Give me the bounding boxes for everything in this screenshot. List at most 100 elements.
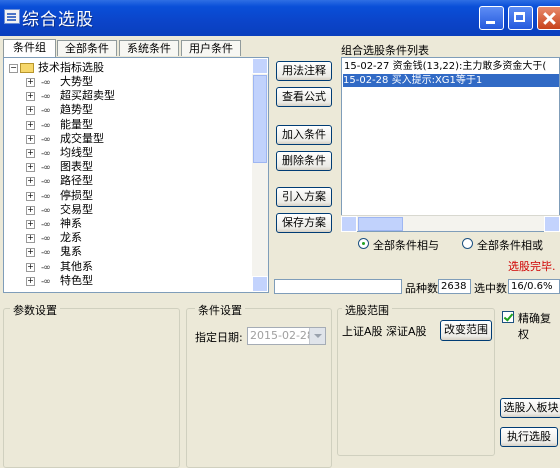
scroll-left-icon[interactable] <box>341 216 357 232</box>
close-button[interactable] <box>537 6 560 30</box>
scroll-up-icon[interactable] <box>252 58 268 74</box>
indicator-icon: -∞ <box>41 191 51 202</box>
condition-list[interactable]: 15-02-27 资金钱(13,22):主力敢多资金大于( 15-02-28 买… <box>341 57 560 232</box>
scroll-thumb[interactable] <box>253 75 267 163</box>
tab-user-conditions[interactable]: 用户条件 <box>181 40 241 56</box>
tree-item[interactable]: + -∞ 交易型 <box>4 203 252 217</box>
maximize-button[interactable] <box>508 6 533 30</box>
exact-rights-checkbox[interactable] <box>502 311 514 323</box>
and-radio-label: 全部条件相与 <box>373 239 439 252</box>
tree-item-label: 龙系 <box>60 231 82 245</box>
tree-item-label: 超买超卖型 <box>60 89 115 103</box>
delete-condition-button[interactable]: 删除条件 <box>276 151 332 171</box>
minimize-button[interactable] <box>479 6 504 30</box>
tree-item[interactable]: + -∞ 能量型 <box>4 118 252 132</box>
tab-system-conditions[interactable]: 系统条件 <box>119 40 179 56</box>
hscroll-thumb[interactable] <box>358 217 403 231</box>
status-done: 选股完毕. <box>508 260 556 273</box>
indicator-icon: -∞ <box>41 177 51 188</box>
view-formula-button[interactable]: 查看公式 <box>276 87 332 107</box>
select-to-block-button[interactable]: 选股入板块 <box>500 398 560 418</box>
tree-item-label: 图表型 <box>60 160 93 174</box>
progress-bar <box>274 279 402 294</box>
list-hscrollbar[interactable] <box>341 215 560 232</box>
indicator-icon: -∞ <box>41 205 51 216</box>
and-radio[interactable] <box>358 238 369 249</box>
tree-item[interactable]: + -∞ 特色型 <box>4 274 252 288</box>
tree-item-label: 停损型 <box>60 188 93 202</box>
indicator-icon: -∞ <box>41 220 51 230</box>
tree-item[interactable]: + -∞ 成交量型 <box>4 132 252 146</box>
tree-item[interactable]: + -∞ 趋势型 <box>4 103 252 117</box>
tree-item[interactable]: + -∞ 路径型 <box>4 174 252 188</box>
indicator-icon: -∞ <box>41 276 51 287</box>
indicator-icon: -∞ <box>41 106 51 117</box>
tree-item-label: 能量型 <box>60 117 93 131</box>
expand-icon[interactable]: + <box>26 163 35 173</box>
indicator-icon: -∞ <box>41 234 51 245</box>
params-title: 参数设置 <box>10 302 60 318</box>
import-scheme-button[interactable]: 引入方案 <box>276 187 332 207</box>
title-bar: 综合选股 <box>0 0 560 36</box>
tree-item-label: 成交量型 <box>60 131 104 145</box>
expand-icon[interactable]: + <box>26 177 35 187</box>
chevron-down-icon[interactable] <box>309 328 325 344</box>
date-picker[interactable]: 2015-02-28 <box>247 327 326 345</box>
expand-icon[interactable]: + <box>26 248 35 258</box>
app-icon <box>4 9 20 24</box>
tree-item[interactable]: + -∞ 其他系 <box>4 260 252 274</box>
expand-icon[interactable]: + <box>26 134 35 144</box>
expand-icon[interactable]: + <box>26 78 35 87</box>
tree-item[interactable]: + -∞ 停损型 <box>4 189 252 203</box>
expand-icon[interactable]: + <box>26 120 35 130</box>
tree-item[interactable]: + -∞ 超买超卖型 <box>4 89 252 103</box>
tree-item[interactable]: + -∞ 神系 <box>4 217 252 231</box>
tree-item[interactable]: + -∞ 鬼系 <box>4 245 252 259</box>
selected-label: 选中数 <box>474 282 507 295</box>
execute-selection-button[interactable]: 执行选股 <box>500 427 558 447</box>
tree-scrollbar[interactable] <box>252 58 268 292</box>
tree-root[interactable]: − 技术指标选股 <box>4 61 252 75</box>
tree-item-label: 交易型 <box>60 202 93 216</box>
indicator-icon: -∞ <box>41 163 51 174</box>
add-condition-button[interactable]: 加入条件 <box>276 125 332 145</box>
tree-item-label: 神系 <box>60 217 82 230</box>
indicator-tree[interactable]: − 技术指标选股 + -∞ 大势型 + -∞ 超买超卖型 + -∞ 趋势型 + -∞ 能量型 + -∞ 成交… <box>3 57 269 293</box>
params-group: 参数设置 <box>3 302 180 468</box>
collapse-icon[interactable]: − <box>9 64 18 73</box>
or-radio[interactable] <box>462 238 473 249</box>
expand-icon[interactable]: + <box>26 262 35 272</box>
expand-icon[interactable]: + <box>26 191 35 201</box>
tree-item-label: 其他系 <box>60 259 93 273</box>
condition-settings-group: 条件设置 指定日期: 2015-02-28 <box>186 302 332 468</box>
list-item-selected[interactable]: 15-02-28 买入提示:XG1等于1 <box>343 74 559 87</box>
indicator-icon: -∞ <box>41 120 51 131</box>
scroll-down-icon[interactable] <box>252 276 268 292</box>
tree-item-label: 特色型 <box>60 273 93 287</box>
tab-all-conditions[interactable]: 全部条件 <box>57 40 117 56</box>
change-range-button[interactable]: 改变范围 <box>440 320 492 341</box>
expand-icon[interactable]: + <box>26 106 35 116</box>
tab-condition-group[interactable]: 条件组 <box>3 39 56 57</box>
expand-icon[interactable]: + <box>26 276 35 286</box>
condition-list-label: 组合选股条件列表 <box>341 44 429 57</box>
tree-item-label: 大势型 <box>60 75 93 88</box>
scroll-right-icon[interactable] <box>544 216 560 232</box>
date-value: 2015-02-28 <box>250 329 314 342</box>
folder-icon <box>20 63 34 73</box>
tree-item[interactable]: + -∞ 均线型 <box>4 146 252 160</box>
expand-icon[interactable]: + <box>26 220 35 229</box>
usage-notes-button[interactable]: 用法注释 <box>276 61 332 81</box>
expand-icon[interactable]: + <box>26 205 35 215</box>
tree-item[interactable]: + -∞ 龙系 <box>4 231 252 245</box>
list-item[interactable]: 15-02-27 资金钱(13,22):主力敢多资金大于( <box>344 60 546 73</box>
tree-item[interactable]: + -∞ 大势型 <box>4 75 252 89</box>
expand-icon[interactable]: + <box>26 234 35 244</box>
tree-item-label: 趋势型 <box>60 103 93 117</box>
expand-icon[interactable]: + <box>26 92 35 102</box>
tree-item[interactable]: + -∞ 图表型 <box>4 160 252 174</box>
expand-icon[interactable]: + <box>26 149 35 158</box>
indicator-icon: -∞ <box>41 78 51 88</box>
save-scheme-button[interactable]: 保存方案 <box>276 213 332 233</box>
count-label: 品种数 <box>405 282 438 295</box>
